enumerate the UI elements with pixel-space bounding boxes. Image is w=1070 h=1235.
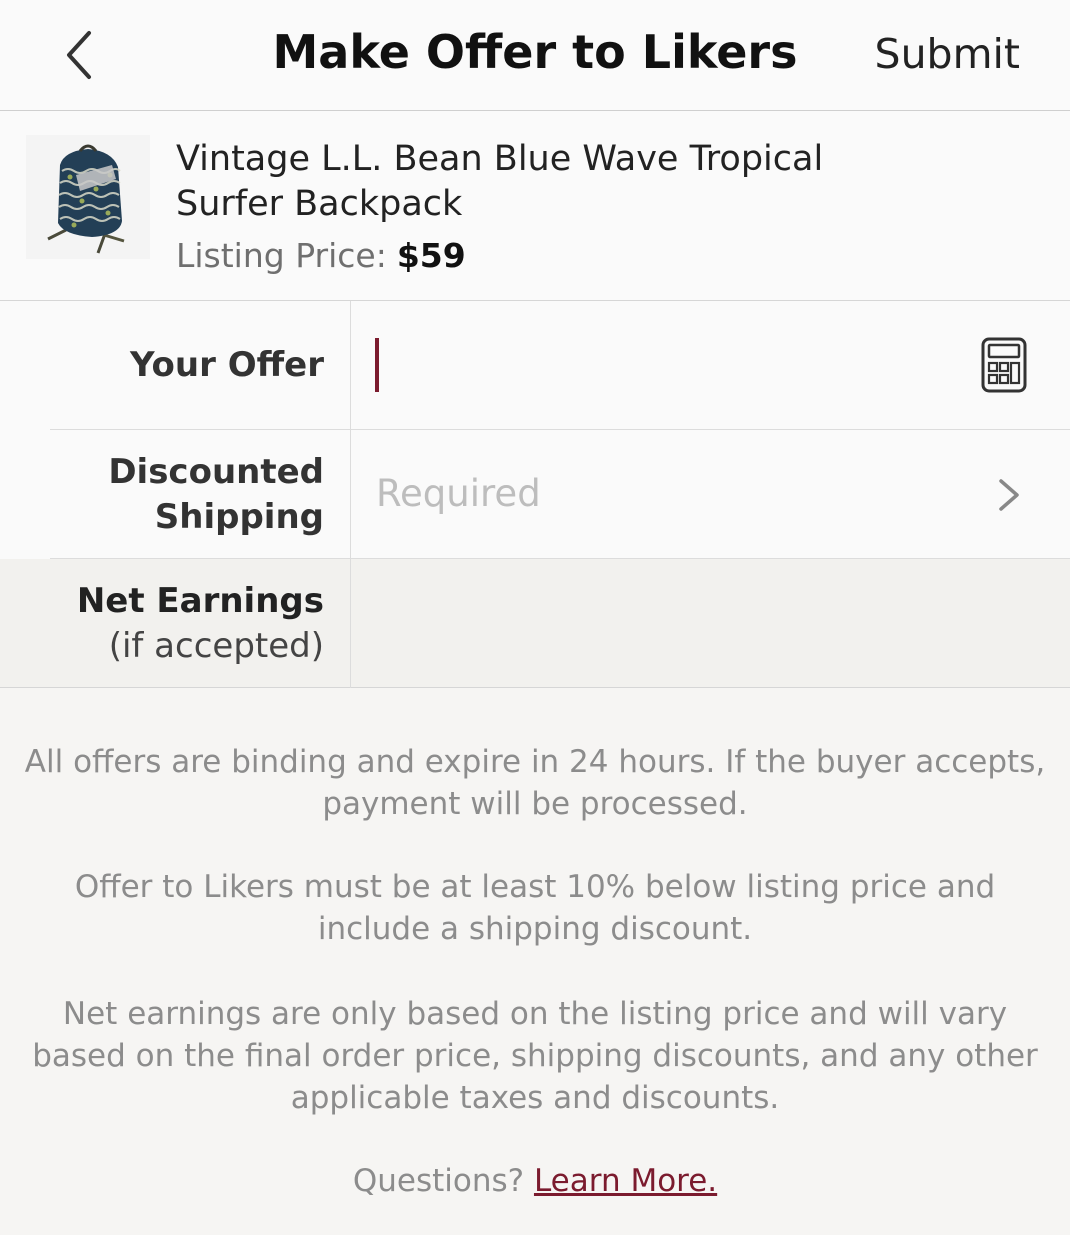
listing-summary[interactable]: Vintage L.L. Bean Blue Wave Tropical Sur… bbox=[0, 111, 1070, 301]
shipping-row[interactable]: Discounted Shipping Required bbox=[0, 430, 1070, 559]
questions-line: Questions? Learn More. bbox=[20, 1160, 1050, 1202]
listing-thumbnail bbox=[26, 135, 150, 259]
net-earnings-label: Net Earnings (if accepted) bbox=[0, 559, 324, 688]
learn-more-link[interactable]: Learn More. bbox=[534, 1163, 717, 1199]
chevron-right-icon bbox=[999, 479, 1019, 511]
shipping-label-line2: Shipping bbox=[154, 496, 324, 537]
info-binding-text: All offers are binding and expire in 24 … bbox=[24, 744, 1046, 822]
calculator-icon[interactable] bbox=[980, 337, 1028, 393]
net-earnings-row: Net Earnings (if accepted) bbox=[0, 559, 1070, 688]
listing-title: Vintage L.L. Bean Blue Wave Tropical Sur… bbox=[176, 139, 824, 224]
offer-label-text: Your Offer bbox=[130, 345, 324, 385]
net-earnings-label-line2: (if accepted) bbox=[108, 625, 324, 666]
offer-input[interactable] bbox=[375, 337, 955, 393]
offer-row: Your Offer bbox=[0, 301, 1070, 430]
submit-button[interactable]: Submit bbox=[875, 30, 1020, 78]
shipping-label: Discounted Shipping bbox=[0, 430, 324, 559]
backpack-image bbox=[26, 135, 150, 259]
shipping-value[interactable]: Required bbox=[376, 472, 541, 515]
info-net-earnings-text: Net earnings are only based on the listi… bbox=[32, 996, 1038, 1116]
info-discount-rule-text: Offer to Likers must be at least 10% bel… bbox=[74, 869, 996, 947]
shipping-label-line1: Discounted bbox=[108, 451, 324, 492]
row-divider bbox=[350, 301, 351, 430]
listing-price-line: Listing Price: $59 bbox=[176, 236, 466, 275]
net-earnings-label-line1: Net Earnings bbox=[76, 580, 324, 621]
nav-header: Make Offer to Likers Submit bbox=[0, 0, 1070, 111]
questions-label: Questions? bbox=[352, 1163, 525, 1199]
row-divider bbox=[350, 559, 351, 688]
listing-price-value: $59 bbox=[396, 236, 466, 275]
text-cursor bbox=[375, 338, 379, 392]
listing-price-label: Listing Price: bbox=[176, 236, 387, 275]
row-divider bbox=[350, 430, 351, 559]
offer-label: Your Offer bbox=[0, 301, 324, 430]
